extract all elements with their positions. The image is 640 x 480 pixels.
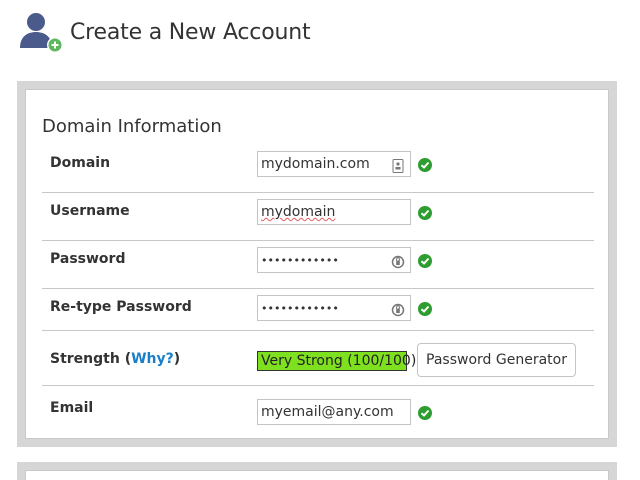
password-value: ••••••••••••	[261, 254, 339, 267]
username-label: Username	[50, 203, 130, 219]
strength-label-suffix: )	[173, 351, 181, 367]
contact-card-icon[interactable]	[391, 157, 405, 173]
page-header: Create a New Account	[18, 8, 311, 56]
retype-password-row: Re-type Password ••••••••••••	[42, 289, 594, 331]
domain-label: Domain	[50, 155, 111, 171]
retype-password-label: Re-type Password	[50, 299, 192, 315]
email-row: Email myemail@any.com	[42, 386, 594, 434]
domain-row: Domain mydomain.com	[42, 145, 594, 193]
strength-meter: Very Strong (100/100)	[257, 351, 416, 371]
username-value: mydomain	[261, 204, 336, 220]
page-title: Create a New Account	[70, 19, 311, 45]
email-label: Email	[50, 400, 94, 416]
password-generator-button[interactable]: Password Generator	[417, 343, 576, 377]
strength-label-prefix: Strength (	[50, 351, 132, 367]
valid-check-icon	[418, 254, 432, 268]
valid-check-icon	[418, 302, 432, 316]
password-reveal-icon[interactable]	[391, 253, 405, 269]
next-panel	[25, 470, 609, 480]
retype-password-value: ••••••••••••	[261, 302, 339, 315]
user-add-icon	[18, 10, 64, 54]
valid-check-icon	[418, 206, 432, 220]
password-row: Password ••••••••••••	[42, 241, 594, 289]
email-value: myemail@any.com	[261, 404, 394, 420]
domain-input[interactable]: mydomain.com	[257, 151, 411, 177]
section-title: Domain Information	[42, 116, 222, 137]
strength-row: Strength (Why?) Very Strong (100/100) Pa…	[42, 331, 594, 386]
why-link[interactable]: Why?	[131, 351, 174, 367]
password-label: Password	[50, 251, 126, 267]
password-reveal-icon[interactable]	[391, 301, 405, 317]
domain-info-panel-frame: Domain Information Domain mydomain.com U…	[17, 81, 617, 447]
email-input[interactable]: myemail@any.com	[257, 399, 411, 425]
valid-check-icon	[418, 158, 432, 172]
domain-info-panel: Domain Information Domain mydomain.com U…	[25, 89, 609, 439]
password-input[interactable]: ••••••••••••	[257, 247, 411, 273]
username-row: Username mydomain	[42, 193, 594, 241]
next-panel-frame	[17, 462, 617, 480]
retype-password-input[interactable]: ••••••••••••	[257, 295, 411, 321]
strength-label: Strength (Why?)	[50, 351, 180, 367]
domain-value: mydomain.com	[261, 156, 370, 172]
valid-check-icon	[418, 406, 432, 420]
username-input[interactable]: mydomain	[257, 199, 411, 225]
